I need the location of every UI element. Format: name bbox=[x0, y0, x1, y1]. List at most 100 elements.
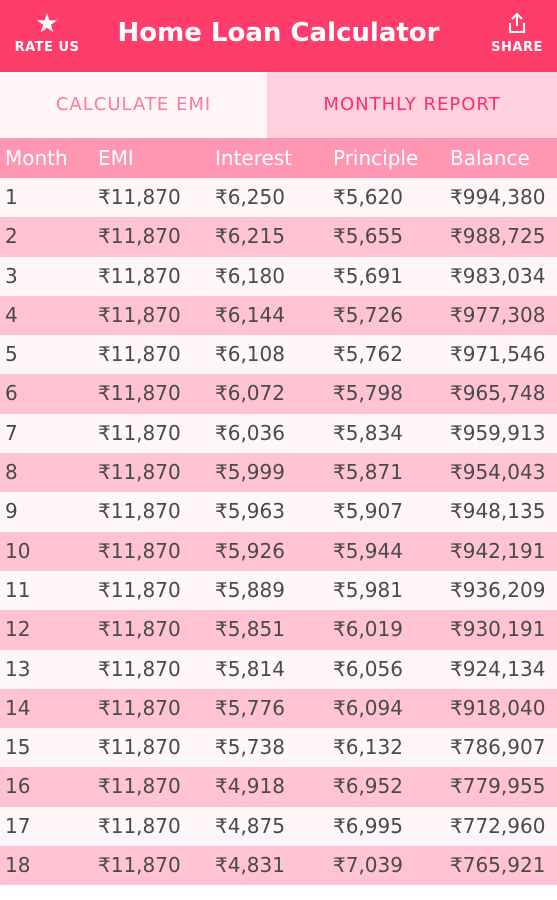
table-row: 18 ₹11,870 ₹4,831 ₹7,039 ₹765,921 bbox=[0, 846, 557, 886]
cell-emi: ₹11,870 bbox=[98, 302, 181, 327]
cell-balance: ₹786,907 bbox=[450, 735, 546, 760]
cell-month: 9 bbox=[5, 499, 18, 524]
cell-balance: ₹930,191 bbox=[450, 617, 546, 642]
cell-balance: ₹965,748 bbox=[450, 381, 546, 406]
cell-interest: ₹6,036 bbox=[215, 420, 285, 445]
share-button[interactable]: SHARE bbox=[487, 10, 547, 55]
cell-month: 13 bbox=[5, 656, 31, 681]
cell-principle: ₹5,798 bbox=[333, 381, 403, 406]
cell-interest: ₹4,831 bbox=[215, 853, 285, 878]
cell-balance: ₹988,725 bbox=[450, 224, 546, 249]
cell-balance: ₹977,308 bbox=[450, 302, 546, 327]
cell-emi: ₹11,870 bbox=[98, 774, 181, 799]
cell-interest: ₹5,926 bbox=[215, 538, 285, 563]
cell-emi: ₹11,870 bbox=[98, 538, 181, 563]
cell-principle: ₹5,655 bbox=[333, 224, 403, 249]
cell-month: 17 bbox=[5, 813, 31, 838]
header-interest: Interest bbox=[215, 146, 293, 170]
cell-month: 4 bbox=[5, 302, 18, 327]
app-bar: ★ RATE US Home Loan Calculator SHARE bbox=[0, 0, 557, 72]
cell-interest: ₹6,108 bbox=[215, 342, 285, 367]
table-row: 10 ₹11,870 ₹5,926 ₹5,944 ₹942,191 bbox=[0, 531, 557, 571]
cell-interest: ₹4,918 bbox=[215, 774, 285, 799]
cell-emi: ₹11,870 bbox=[98, 577, 181, 602]
cell-emi: ₹11,870 bbox=[98, 617, 181, 642]
cell-balance: ₹983,034 bbox=[450, 263, 546, 288]
share-label: SHARE bbox=[491, 40, 543, 55]
cell-emi: ₹11,870 bbox=[98, 735, 181, 760]
tab-monthly-report[interactable]: MONTHLY REPORT bbox=[267, 72, 557, 138]
table-row: 17 ₹11,870 ₹4,875 ₹6,995 ₹772,960 bbox=[0, 806, 557, 847]
cell-interest: ₹5,999 bbox=[215, 460, 285, 485]
cell-month: 8 bbox=[5, 460, 18, 485]
cell-emi: ₹11,870 bbox=[98, 342, 181, 367]
cell-balance: ₹994,380 bbox=[450, 185, 546, 209]
cell-interest: ₹4,875 bbox=[215, 813, 285, 838]
cell-interest: ₹5,851 bbox=[215, 617, 285, 642]
cell-interest: ₹6,144 bbox=[215, 302, 285, 327]
cell-principle: ₹5,691 bbox=[333, 263, 403, 288]
cell-month: 12 bbox=[5, 617, 31, 642]
cell-principle: ₹5,726 bbox=[333, 302, 403, 327]
cell-balance: ₹948,135 bbox=[450, 499, 546, 524]
cell-month: 14 bbox=[5, 695, 31, 720]
header-principle: Principle bbox=[333, 146, 419, 170]
cell-balance: ₹779,955 bbox=[450, 774, 546, 799]
report-table[interactable]: 1 ₹11,870 ₹6,250 ₹5,620 ₹994,380 2 ₹11,870 ₹6,2… bbox=[0, 178, 557, 886]
cell-emi: ₹11,870 bbox=[98, 695, 181, 720]
cell-interest: ₹6,215 bbox=[215, 224, 285, 249]
cell-interest: ₹5,776 bbox=[215, 695, 285, 720]
cell-month: 16 bbox=[5, 774, 31, 799]
cell-balance: ₹765,921 bbox=[450, 853, 546, 878]
share-icon bbox=[509, 12, 525, 33]
cell-interest: ₹6,250 bbox=[215, 185, 285, 209]
tab-calculate-emi[interactable]: CALCULATE EMI bbox=[0, 72, 267, 138]
cell-interest: ₹5,814 bbox=[215, 656, 285, 681]
cell-month: 5 bbox=[5, 342, 18, 367]
table-row: 5 ₹11,870 ₹6,108 ₹5,762 ₹971,546 bbox=[0, 335, 557, 375]
table-row: 9 ₹11,870 ₹5,963 ₹5,907 ₹948,135 bbox=[0, 492, 557, 532]
table-header: Month EMI Interest Principle Balance bbox=[0, 138, 557, 178]
table-row: 15 ₹11,870 ₹5,738 ₹6,132 ₹786,907 bbox=[0, 728, 557, 768]
cell-balance: ₹942,191 bbox=[450, 538, 546, 563]
table-row: 8 ₹11,870 ₹5,999 ₹5,871 ₹954,043 bbox=[0, 453, 557, 493]
cell-balance: ₹936,209 bbox=[450, 577, 546, 602]
table-row: 4 ₹11,870 ₹6,144 ₹5,726 ₹977,308 bbox=[0, 295, 557, 336]
cell-balance: ₹971,546 bbox=[450, 342, 546, 367]
cell-balance: ₹924,134 bbox=[450, 656, 546, 681]
cell-month: 15 bbox=[5, 735, 31, 760]
cell-month: 2 bbox=[5, 224, 18, 249]
cell-interest: ₹6,180 bbox=[215, 263, 285, 288]
cell-emi: ₹11,870 bbox=[98, 224, 181, 249]
cell-month: 11 bbox=[5, 577, 31, 602]
cell-interest: ₹5,889 bbox=[215, 577, 285, 602]
cell-principle: ₹5,871 bbox=[333, 460, 403, 485]
cell-month: 3 bbox=[5, 263, 18, 288]
table-row: 11 ₹11,870 ₹5,889 ₹5,981 ₹936,209 bbox=[0, 570, 557, 611]
cell-principle: ₹6,094 bbox=[333, 695, 403, 720]
table-row: 7 ₹11,870 ₹6,036 ₹5,834 ₹959,913 bbox=[0, 413, 557, 454]
cell-emi: ₹11,870 bbox=[98, 185, 181, 209]
header-month: Month bbox=[5, 146, 68, 170]
header-emi: EMI bbox=[98, 146, 134, 170]
cell-month: 18 bbox=[5, 853, 31, 878]
cell-interest: ₹5,738 bbox=[215, 735, 285, 760]
cell-emi: ₹11,870 bbox=[98, 499, 181, 524]
cell-principle: ₹6,019 bbox=[333, 617, 403, 642]
table-row: 14 ₹11,870 ₹5,776 ₹6,094 ₹918,040 bbox=[0, 688, 557, 729]
cell-principle: ₹5,981 bbox=[333, 577, 403, 602]
cell-balance: ₹772,960 bbox=[450, 813, 546, 838]
cell-emi: ₹11,870 bbox=[98, 813, 181, 838]
table-row: 12 ₹11,870 ₹5,851 ₹6,019 ₹930,191 bbox=[0, 610, 557, 650]
table-row: 2 ₹11,870 ₹6,215 ₹5,655 ₹988,725 bbox=[0, 217, 557, 257]
cell-month: 7 bbox=[5, 420, 18, 445]
table-row: 13 ₹11,870 ₹5,814 ₹6,056 ₹924,134 bbox=[0, 649, 557, 689]
cell-balance: ₹954,043 bbox=[450, 460, 546, 485]
cell-principle: ₹5,620 bbox=[333, 185, 403, 209]
cell-month: 10 bbox=[5, 538, 31, 563]
table-row: 16 ₹11,870 ₹4,918 ₹6,952 ₹779,955 bbox=[0, 767, 557, 807]
app-title: Home Loan Calculator bbox=[117, 18, 440, 48]
cell-principle: ₹5,944 bbox=[333, 538, 403, 563]
cell-principle: ₹6,056 bbox=[333, 656, 403, 681]
table-row: 1 ₹11,870 ₹6,250 ₹5,620 ₹994,380 bbox=[0, 178, 557, 218]
